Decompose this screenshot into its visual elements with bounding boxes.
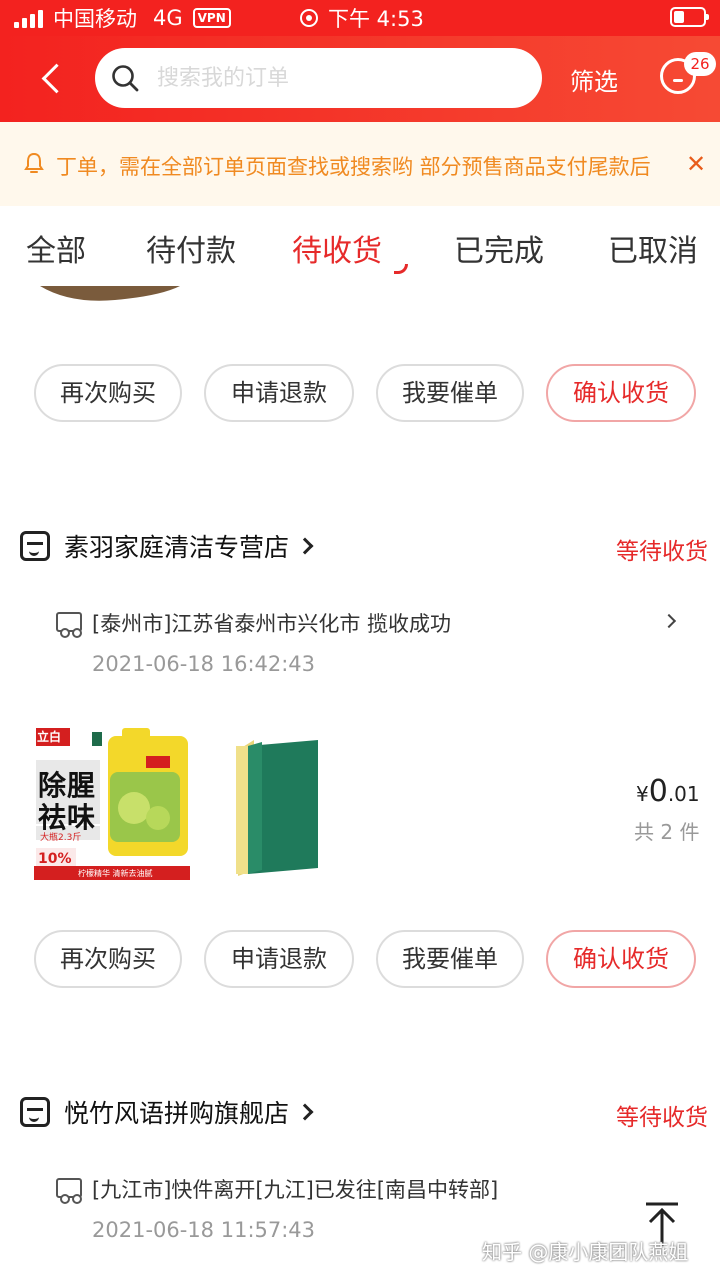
refund-button[interactable]: 申请退款	[204, 930, 354, 988]
logistics-time: 2021-06-18 16:42:43	[92, 652, 316, 676]
shop-icon	[20, 531, 50, 561]
price-symbol: ¥	[636, 782, 649, 806]
signal-icon	[14, 8, 43, 28]
logistics-text: [泰州市]江苏省泰州市兴化市 揽收成功	[92, 612, 452, 636]
watermark: 知乎 @康小康团队燕姐	[482, 1240, 689, 1264]
order-tabs: 全部 待付款 待收货 已完成 已取消	[0, 206, 720, 286]
top-nav: 筛选 26	[0, 36, 720, 122]
product-size: 大瓶2.3斤	[40, 833, 82, 843]
notice-text: 丁单，需在全部订单页面查找或搜索哟 部分预售商品支付尾款后	[56, 155, 651, 179]
shop-header[interactable]: 素羽家庭清洁专营店	[20, 524, 314, 568]
search-input[interactable]	[157, 60, 517, 96]
confirm-receipt-button[interactable]: 确认收货	[546, 364, 696, 422]
urge-button[interactable]: 我要催单	[376, 930, 524, 988]
clock: 下午 4:53	[328, 7, 424, 31]
item-count: 共 2 件	[634, 820, 700, 844]
truck-icon	[56, 1178, 82, 1204]
price-integer: 0	[648, 774, 668, 809]
rebuy-button[interactable]: 再次购买	[34, 364, 182, 422]
notice-bar: 丁单，需在全部订单页面查找或搜索哟 部分预售商品支付尾款后 ✕	[0, 122, 720, 206]
active-tab-indicator	[394, 264, 408, 274]
price-decimal: .01	[667, 782, 700, 806]
truck-icon	[56, 612, 82, 638]
logistics-row[interactable]: [泰州市]江苏省泰州市兴化市 揽收成功 2021-06-18 16:42:43	[56, 608, 676, 688]
search-box[interactable]	[95, 48, 542, 108]
carrier-label: 中国移动	[53, 7, 137, 31]
refund-button[interactable]: 申请退款	[204, 364, 354, 422]
network-label: 4G	[153, 6, 183, 30]
urge-button[interactable]: 我要催单	[376, 364, 524, 422]
shop-icon	[20, 1097, 50, 1127]
order-status: 等待收货	[616, 1105, 708, 1131]
order-status: 等待收货	[616, 539, 708, 565]
rebuy-button[interactable]: 再次购买	[34, 930, 182, 988]
tab-all[interactable]: 全部	[26, 226, 86, 270]
product-brand: 立白	[37, 730, 62, 744]
product-image-detergent[interactable]: 立白 除腥 祛味 大瓶2.3斤 10% 柠檬精华 清新去油腻	[34, 726, 194, 882]
back-arrow-icon[interactable]	[42, 60, 66, 96]
status-bar: 中国移动 4G VPN 下午 4:53	[0, 0, 720, 36]
tab-cancelled[interactable]: 已取消	[608, 226, 698, 270]
partial-product-image	[40, 286, 180, 301]
close-icon[interactable]: ✕	[682, 150, 710, 178]
confirm-receipt-button[interactable]: 确认收货	[546, 930, 696, 988]
logistics-time: 2021-06-18 11:57:43	[92, 1218, 316, 1242]
bell-icon	[24, 152, 44, 173]
logistics-text: [九江市]快件离开[九江]已发往[南昌中转部]	[92, 1178, 499, 1202]
search-icon	[112, 65, 139, 92]
shop-header[interactable]: 悦竹风语拼购旗舰店	[20, 1090, 314, 1134]
vpn-badge: VPN	[192, 8, 231, 28]
order-price: ¥0.01	[636, 774, 700, 809]
product-tag: 柠檬精华 清新去油腻	[78, 869, 153, 878]
shop-name[interactable]: 素羽家庭清洁专营店	[64, 528, 289, 564]
shop-name[interactable]: 悦竹风语拼购旗舰店	[64, 1094, 289, 1130]
filter-button[interactable]: 筛选	[570, 62, 618, 97]
message-count-badge: 26	[684, 52, 716, 76]
product-image-sponge[interactable]	[232, 740, 322, 876]
chevron-right-icon	[296, 537, 314, 555]
tab-pending-payment[interactable]: 待付款	[146, 226, 236, 270]
product-percent: 10%	[38, 851, 72, 867]
tab-pending-receipt[interactable]: 待收货	[292, 226, 382, 270]
battery-icon	[670, 7, 709, 27]
recording-icon	[300, 9, 318, 27]
tab-completed[interactable]: 已完成	[454, 226, 544, 270]
chevron-right-icon	[296, 1103, 314, 1121]
